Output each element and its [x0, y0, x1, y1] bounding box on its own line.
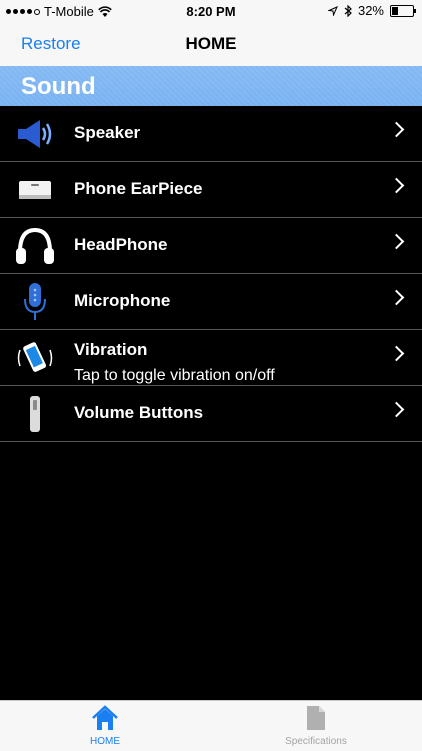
home-icon — [92, 705, 118, 730]
bluetooth-icon — [344, 4, 352, 17]
page-title: HOME — [185, 34, 237, 53]
list-item-label: Microphone — [74, 291, 171, 310]
section-header: Sound — [0, 66, 422, 106]
status-bar: T-Mobile 8:20 PM 32% — [0, 0, 422, 22]
list-item-label: HeadPhone — [74, 235, 168, 254]
headphone-icon — [16, 227, 54, 264]
tab-specifications[interactable]: Specifications — [266, 705, 366, 747]
navigation-bar: Restore HOME — [0, 22, 422, 67]
chevron-right-icon — [388, 401, 405, 418]
list-item-headphone[interactable]: HeadPhone — [0, 218, 422, 274]
list-item-volume-buttons[interactable]: Volume Buttons — [0, 386, 422, 442]
list-item-label: Vibration — [74, 340, 148, 359]
chevron-right-icon — [388, 177, 405, 194]
list-item-label: Volume Buttons — [74, 403, 204, 422]
section-title: Sound — [21, 73, 96, 100]
speaker-icon — [18, 120, 52, 148]
list-item-vibration[interactable]: Vibration Tap to toggle vibration on/off — [0, 330, 422, 386]
list-item-speaker[interactable]: Speaker — [0, 106, 422, 162]
chevron-right-icon — [388, 289, 405, 306]
battery-percent: 32% — [357, 3, 384, 18]
location-arrow-icon — [327, 5, 338, 16]
tab-bar: HOME Specifications — [0, 700, 422, 751]
microphone-icon — [24, 283, 46, 320]
vibration-icon — [17, 342, 53, 372]
tab-specifications-label: Specifications — [285, 736, 347, 747]
list-item-phone-earpiece[interactable]: Phone EarPiece — [0, 162, 422, 218]
list-item-label: Phone EarPiece — [74, 179, 203, 198]
chevron-right-icon — [388, 121, 405, 138]
earpiece-icon — [19, 181, 51, 199]
list-item-microphone[interactable]: Microphone — [0, 274, 422, 330]
chevron-right-icon — [388, 345, 405, 362]
document-icon — [307, 706, 325, 730]
sound-list: Speaker Phone EarPiece HeadPhone Microph… — [0, 106, 422, 442]
tab-home-label: HOME — [90, 736, 120, 747]
volume-buttons-icon — [30, 396, 40, 432]
list-item-label: Speaker — [74, 123, 141, 142]
chevron-right-icon — [388, 233, 405, 250]
status-right: 32% — [327, 3, 416, 18]
list-item-subtitle: Tap to toggle vibration on/off — [74, 367, 275, 384]
tab-home[interactable]: HOME — [55, 705, 155, 747]
battery-icon — [390, 4, 416, 17]
